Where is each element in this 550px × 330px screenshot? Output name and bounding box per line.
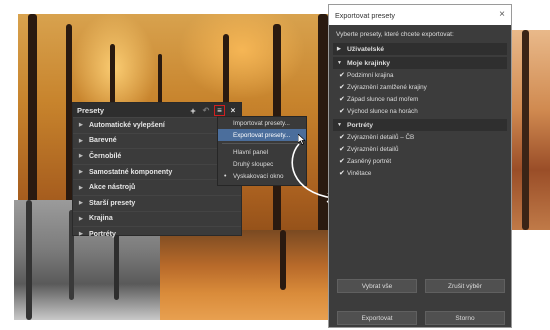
deselect-all-button[interactable]: Zrušit výběr <box>425 279 505 293</box>
menu-item-label: Importovat presety... <box>233 119 290 127</box>
expand-arrow-icon: ▼ <box>337 60 342 66</box>
preset-checkbox[interactable]: ✔ Východ slunce na horách <box>333 105 507 117</box>
preset-group-row[interactable]: ▶ Krajina <box>73 210 241 227</box>
expand-arrow-icon: ▶ <box>79 231 83 238</box>
check-icon: ✔ <box>339 108 345 115</box>
close-icon[interactable]: × <box>499 9 505 20</box>
cancel-button[interactable]: Storno <box>425 311 505 325</box>
expand-arrow-icon: ▶ <box>79 215 83 222</box>
preset-group-row[interactable]: ▶ Portréty <box>73 226 241 242</box>
preset-group-label: Automatické vylepšení <box>89 121 165 129</box>
preset-group-label: Barevné <box>89 137 117 145</box>
presets-header: Presety + ↶ ≡ × <box>73 103 241 117</box>
expand-arrow-icon: ▶ <box>79 137 83 144</box>
close-icon[interactable]: × <box>228 106 238 116</box>
undo-icon[interactable]: ↶ <box>201 106 211 116</box>
check-icon: ✔ <box>339 72 345 79</box>
preset-group-row[interactable]: ▶ Starší presety <box>73 194 241 211</box>
preset-label: Zasněný portrét <box>347 157 392 165</box>
add-icon[interactable]: + <box>188 106 198 116</box>
group-label: Portréty <box>347 121 374 129</box>
preset-checkbox[interactable]: ✔ Zvýraznění zamlžené krajiny <box>333 81 507 93</box>
group-label: Uživatelské <box>347 45 385 53</box>
autumn-path-photo <box>160 230 340 320</box>
preset-checkbox[interactable]: ✔ Zvýraznění detailů <box>333 143 507 155</box>
check-icon: ✔ <box>339 96 345 103</box>
expand-arrow-icon: ▶ <box>79 122 83 129</box>
preset-label: Západ slunce nad mořem <box>347 95 419 103</box>
preset-label: Podzimní krajina <box>347 71 394 79</box>
preset-group-label: Portréty <box>89 230 116 238</box>
select-all-button[interactable]: Vybrat vše <box>337 279 417 293</box>
preset-group-row[interactable]: ▶ Samostatné komponenty <box>73 163 241 180</box>
group-label: Moje krajinky <box>347 59 391 67</box>
preset-checkbox[interactable]: ✔ Zvýraznění detailů – ČB <box>333 131 507 143</box>
preset-checkbox[interactable]: ✔ Západ slunce nad mořem <box>333 93 507 105</box>
expand-arrow-icon: ▶ <box>79 169 83 176</box>
dialog-title: Exportovat presety <box>335 10 395 20</box>
dialog-titlebar: Exportovat presety × <box>329 5 511 25</box>
export-presets-dialog: Exportovat presety × Vyberte presety, kt… <box>328 4 512 328</box>
presets-title: Presety <box>77 105 105 115</box>
check-icon: ✔ <box>339 134 345 141</box>
preset-group-label: Starší presety <box>89 199 136 207</box>
menu-item-label: Druhý sloupec <box>233 160 274 168</box>
preset-label: Viněta​ce <box>347 169 372 177</box>
group-header-landscapes[interactable]: ▼ Moje krajinky <box>333 57 507 69</box>
dialog-instruction: Vyberte presety, které chcete exportovat… <box>336 30 454 38</box>
preset-label: Zvýraznění detailů – ČB <box>347 133 415 141</box>
preset-group-row[interactable]: ▶ Barevné <box>73 132 241 149</box>
preset-group-row[interactable]: ▶ Akce nástrojů <box>73 179 241 195</box>
check-icon: ✔ <box>339 146 345 153</box>
expand-arrow-icon: ▶ <box>79 153 83 160</box>
preset-group-label: Černobílé <box>89 152 122 160</box>
check-icon: ✔ <box>339 158 345 165</box>
preset-group-label: Akce nástrojů <box>89 184 136 192</box>
preset-label: Zvýraznění detailů <box>347 145 399 153</box>
group-header-portraits[interactable]: ▼ Portréty <box>333 119 507 131</box>
check-icon: ✔ <box>339 170 345 177</box>
menu-item-label: Vyskakovací okno <box>233 172 284 180</box>
menu-icon[interactable]: ≡ <box>214 105 225 116</box>
collapse-arrow-icon: ▶ <box>337 46 341 52</box>
menu-item-label: Hlavní panel <box>233 148 269 156</box>
expand-arrow-icon: ▶ <box>79 200 83 207</box>
check-icon: ✔ <box>339 84 345 91</box>
group-header-user[interactable]: ▶ Uživatelské <box>333 43 507 55</box>
preset-checkbox[interactable]: ✔ Viněta​ce <box>333 167 507 179</box>
selected-bullet-icon: • <box>224 172 227 180</box>
preset-group-label: Samostatné komponenty <box>89 168 173 176</box>
preset-group-row[interactable]: ▶ Automatické vylepšení <box>73 117 241 133</box>
preset-label: Východ slunce na horách <box>347 107 418 115</box>
expand-arrow-icon: ▼ <box>337 122 342 128</box>
menu-item-label: Exportovat presety... <box>233 131 291 139</box>
export-button[interactable]: Exportovat <box>337 311 417 325</box>
expand-arrow-icon: ▶ <box>79 184 83 191</box>
preset-checkbox[interactable]: ✔ Zasněný portrét <box>333 155 507 167</box>
preset-checkbox[interactable]: ✔ Podzimní krajina <box>333 69 507 81</box>
menu-item-import[interactable]: Importovat presety... <box>218 117 306 129</box>
autumn-photo-right <box>508 30 550 230</box>
preset-label: Zvýraznění zamlžené krajiny <box>347 83 427 91</box>
preset-group-label: Krajina <box>89 215 113 223</box>
preset-group-row[interactable]: ▶ Černobílé <box>73 148 241 164</box>
